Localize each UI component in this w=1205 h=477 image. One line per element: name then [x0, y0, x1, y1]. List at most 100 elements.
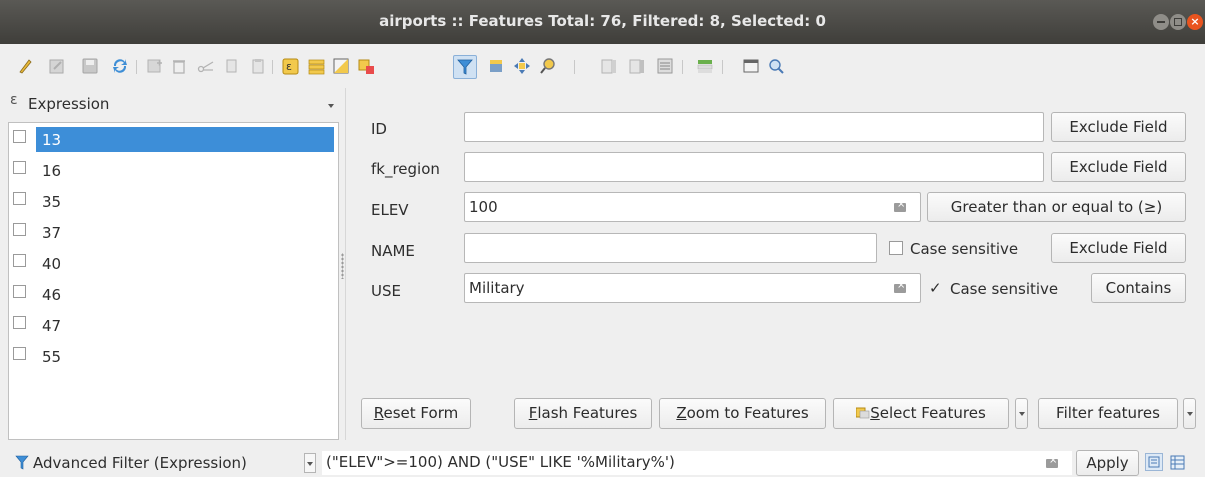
- clear-icon[interactable]: [1046, 455, 1058, 468]
- list-item[interactable]: 47: [9, 309, 338, 340]
- feature-list-panel: ε Expression 13 16 35 37 40 46 47 55: [0, 88, 342, 440]
- button-label: Filter features: [1056, 404, 1160, 422]
- deselect-all-icon[interactable]: [357, 57, 375, 75]
- close-button[interactable]: ×: [1187, 14, 1203, 30]
- delete-feature-icon[interactable]: [170, 57, 188, 75]
- flash-features-button[interactable]: Flash Features: [514, 398, 652, 429]
- button-label: oom to Features: [686, 404, 809, 422]
- name-case-sensitive-checkbox[interactable]: [889, 241, 903, 255]
- form-view-icon[interactable]: [1145, 453, 1163, 471]
- display-expression-selector[interactable]: ε Expression: [10, 92, 340, 116]
- list-item[interactable]: 37: [9, 216, 338, 247]
- toolbar-separator: [136, 60, 137, 74]
- feature-checkbox[interactable]: [13, 347, 26, 360]
- feature-checkbox[interactable]: [13, 285, 26, 298]
- invert-selection-icon[interactable]: [332, 57, 350, 75]
- filter-expression-input[interactable]: ("ELEV">=100) AND ("USE" LIKE '%Military…: [322, 451, 1072, 475]
- elev-field[interactable]: 100: [464, 192, 921, 222]
- use-field[interactable]: Military: [464, 273, 921, 303]
- feature-checkbox[interactable]: [13, 254, 26, 267]
- pan-to-selection-icon[interactable]: [513, 57, 531, 75]
- fk-region-exclude-field-button[interactable]: Exclude Field: [1051, 152, 1186, 182]
- feature-id-label: 16: [42, 162, 62, 180]
- list-item[interactable]: 13: [9, 123, 338, 154]
- zoom-to-features-button[interactable]: Zoom to Features: [659, 398, 826, 429]
- feature-id-label: 46: [42, 286, 62, 304]
- move-selection-top-icon[interactable]: [487, 57, 505, 75]
- mnemonic: R: [373, 404, 384, 422]
- new-field-icon[interactable]: [600, 57, 618, 75]
- id-exclude-field-button[interactable]: Exclude Field: [1051, 112, 1186, 142]
- clear-icon[interactable]: [894, 199, 906, 212]
- list-item[interactable]: 46: [9, 278, 338, 309]
- feature-id-label: 40: [42, 255, 62, 273]
- feature-checkbox[interactable]: [13, 192, 26, 205]
- button-label: elect Features: [879, 404, 986, 422]
- feature-checkbox[interactable]: [13, 223, 26, 236]
- apply-button[interactable]: Apply: [1076, 450, 1139, 476]
- list-item[interactable]: 35: [9, 185, 338, 216]
- filter-mode-dropdown[interactable]: Advanced Filter (Expression): [11, 451, 320, 476]
- add-feature-icon[interactable]: [146, 57, 164, 75]
- mnemonic: S: [870, 404, 880, 422]
- table-view-icon[interactable]: [1168, 453, 1186, 471]
- mnemonic: Z: [676, 404, 687, 422]
- field-label-fk-region: fk_region: [371, 160, 440, 178]
- list-item[interactable]: 40: [9, 247, 338, 278]
- button-label: eset Form: [383, 404, 459, 422]
- toggle-editing-icon[interactable]: [16, 57, 34, 75]
- chevron-down-icon[interactable]: [304, 453, 316, 473]
- filter-icon[interactable]: [453, 55, 477, 79]
- use-contains-button[interactable]: Contains: [1091, 273, 1186, 303]
- cut-icon[interactable]: [197, 57, 215, 75]
- case-sensitive-label: Case sensitive: [950, 280, 1059, 298]
- use-case-sensitive-checkbox[interactable]: ✓: [929, 281, 943, 296]
- paste-icon[interactable]: [249, 57, 267, 75]
- window-title: airports :: Features Total: 76, Filtered…: [379, 12, 826, 30]
- field-calculator-icon[interactable]: [656, 57, 674, 75]
- name-exclude-field-button[interactable]: Exclude Field: [1051, 233, 1186, 263]
- feature-id-label: 13: [36, 127, 334, 152]
- feature-checkbox[interactable]: [13, 130, 26, 143]
- copy-icon[interactable]: [222, 57, 240, 75]
- name-field[interactable]: [464, 233, 877, 263]
- reload-icon[interactable]: [111, 57, 129, 75]
- list-item[interactable]: 55: [9, 340, 338, 371]
- delete-field-icon[interactable]: [628, 57, 646, 75]
- display-expression-label: Expression: [28, 95, 110, 113]
- field-label-elev: ELEV: [371, 201, 409, 219]
- clear-icon[interactable]: [894, 280, 906, 293]
- multi-edit-icon[interactable]: [48, 57, 66, 75]
- fk-region-field[interactable]: [464, 152, 1044, 182]
- conditional-format-icon[interactable]: [696, 57, 714, 75]
- select-features-dropdown[interactable]: [1015, 398, 1028, 429]
- minimize-button[interactable]: [1153, 14, 1169, 30]
- feature-id-label: 35: [42, 193, 62, 211]
- filter-form: ID Exclude Field fk_region Exclude Field…: [345, 88, 1205, 440]
- field-label-id: ID: [371, 120, 387, 138]
- actions-icon[interactable]: [767, 57, 785, 75]
- filter-features-button[interactable]: Filter features: [1038, 398, 1178, 429]
- toolbar-separator: [574, 60, 575, 74]
- select-features-button[interactable]: Select Features: [833, 398, 1009, 429]
- expression-select-icon[interactable]: ε: [281, 57, 299, 75]
- list-item[interactable]: 16: [9, 154, 338, 185]
- feature-checkbox[interactable]: [13, 316, 26, 329]
- save-edits-icon[interactable]: [81, 57, 99, 75]
- toolbar-separator: [682, 60, 683, 74]
- reset-form-button[interactable]: Reset Form: [361, 398, 471, 429]
- filter-features-dropdown[interactable]: [1183, 398, 1196, 429]
- toolbar-separator: [272, 60, 273, 74]
- panel-splitter[interactable]: [341, 253, 344, 279]
- button-label: lash Features: [537, 404, 638, 422]
- feature-checkbox[interactable]: [13, 161, 26, 174]
- dock-icon[interactable]: [742, 57, 760, 75]
- filter-icon: [15, 455, 29, 470]
- maximize-button[interactable]: [1170, 14, 1186, 30]
- id-field[interactable]: [464, 112, 1044, 142]
- button-label: Contains: [1105, 279, 1172, 297]
- select-all-icon[interactable]: [307, 57, 325, 75]
- elev-operator-button[interactable]: Greater than or equal to (≥): [927, 192, 1186, 222]
- feature-id-label: 37: [42, 224, 62, 242]
- zoom-to-selection-icon[interactable]: [539, 57, 557, 75]
